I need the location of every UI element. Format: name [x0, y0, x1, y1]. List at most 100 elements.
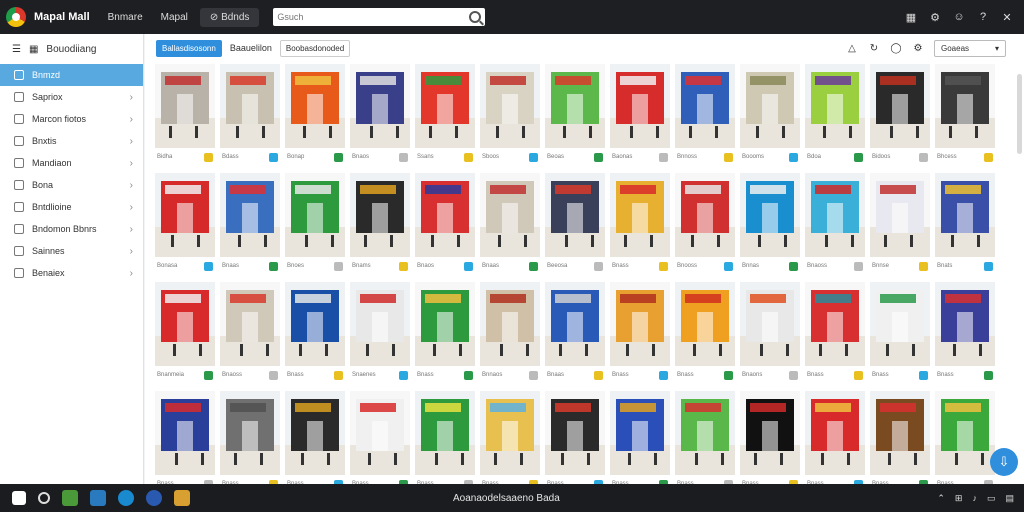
product-thumbnail[interactable]: [155, 173, 215, 257]
product-card[interactable]: Bnass: [220, 391, 280, 494]
product-thumbnail[interactable]: [870, 282, 930, 366]
product-card[interactable]: Beoas: [545, 64, 605, 167]
sidebar-item[interactable]: Marcon fiotos ›: [0, 108, 143, 130]
product-thumbnail[interactable]: [610, 64, 670, 148]
sidebar-item[interactable]: Bnxtis ›: [0, 130, 143, 152]
search-input[interactable]: [277, 12, 470, 22]
product-thumbnail[interactable]: [740, 173, 800, 257]
bell-icon[interactable]: △: [846, 42, 858, 54]
card-badge-icon[interactable]: [984, 261, 993, 271]
card-badge-icon[interactable]: [659, 370, 668, 380]
product-card[interactable]: Bnaas: [220, 173, 280, 276]
gear-icon[interactable]: ⚙: [912, 42, 924, 54]
user-icon[interactable]: ☺: [952, 10, 966, 24]
card-badge-icon[interactable]: [724, 370, 733, 380]
product-card[interactable]: Bnass: [350, 391, 410, 494]
search-icon[interactable]: [469, 11, 482, 23]
card-badge-icon[interactable]: [789, 152, 798, 162]
card-badge-icon[interactable]: [984, 152, 993, 162]
card-badge-icon[interactable]: [204, 370, 213, 380]
product-card[interactable]: Bnanmeia: [155, 282, 215, 385]
sidebar-item[interactable]: Mandiaon ›: [0, 152, 143, 174]
card-badge-icon[interactable]: [334, 152, 343, 162]
menu-item-1[interactable]: Bnmare: [108, 12, 143, 23]
product-thumbnail[interactable]: [675, 64, 735, 148]
product-thumbnail[interactable]: [155, 391, 215, 475]
product-card[interactable]: Bdass: [220, 64, 280, 167]
product-card[interactable]: Bnass: [935, 282, 995, 385]
product-card[interactable]: Bidha: [155, 64, 215, 167]
product-card[interactable]: Bidoos: [870, 64, 930, 167]
card-badge-icon[interactable]: [854, 261, 863, 271]
product-card[interactable]: Bnaas: [545, 282, 605, 385]
product-card[interactable]: Bonasa: [155, 173, 215, 276]
product-thumbnail[interactable]: [415, 282, 475, 366]
card-badge-icon[interactable]: [919, 370, 928, 380]
product-thumbnail[interactable]: [480, 391, 540, 475]
product-card[interactable]: Bnass: [610, 282, 670, 385]
product-thumbnail[interactable]: [415, 64, 475, 148]
sort-dropdown[interactable]: Goaeas ▾: [934, 39, 1006, 57]
product-thumbnail[interactable]: [740, 64, 800, 148]
card-badge-icon[interactable]: [854, 370, 863, 380]
product-card[interactable]: Bnass: [415, 282, 475, 385]
product-thumbnail[interactable]: [610, 282, 670, 366]
search-taskbar-icon[interactable]: [38, 492, 50, 504]
battery-icon[interactable]: ▭: [987, 493, 996, 504]
product-thumbnail[interactable]: [870, 173, 930, 257]
settings-icon[interactable]: ⚙: [928, 10, 942, 24]
grid-icon[interactable]: ▦: [904, 10, 918, 24]
product-card[interactable]: Bnnas: [740, 173, 800, 276]
product-thumbnail[interactable]: [415, 391, 475, 475]
product-card[interactable]: Bnass: [610, 173, 670, 276]
product-thumbnail[interactable]: [220, 391, 280, 475]
files-icon[interactable]: [62, 490, 78, 506]
product-thumbnail[interactable]: [545, 173, 605, 257]
product-thumbnail[interactable]: [675, 282, 735, 366]
product-card[interactable]: Boooms: [740, 64, 800, 167]
card-badge-icon[interactable]: [919, 152, 928, 162]
card-badge-icon[interactable]: [529, 261, 538, 271]
product-thumbnail[interactable]: [285, 391, 345, 475]
primary-button[interactable]: Ballasdisosonn: [156, 39, 222, 57]
card-badge-icon[interactable]: [334, 370, 343, 380]
product-card[interactable]: Bnass: [155, 391, 215, 494]
product-card[interactable]: Bnoes: [285, 173, 345, 276]
card-badge-icon[interactable]: [464, 370, 473, 380]
card-badge-icon[interactable]: [269, 152, 278, 162]
card-badge-icon[interactable]: [594, 152, 603, 162]
product-card[interactable]: Bnass: [545, 391, 605, 494]
product-card[interactable]: Bnass: [805, 391, 865, 494]
product-card[interactable]: Sboos: [480, 64, 540, 167]
product-thumbnail[interactable]: [480, 282, 540, 366]
scrollbar[interactable]: [1017, 74, 1022, 154]
sidebar-item[interactable]: Sapriox ›: [0, 86, 143, 108]
card-badge-icon[interactable]: [204, 261, 213, 271]
volume-icon[interactable]: ♪: [972, 493, 977, 504]
product-card[interactable]: Bnnse: [870, 173, 930, 276]
product-card[interactable]: Bnass: [870, 391, 930, 494]
product-card[interactable]: Bnass: [675, 282, 735, 385]
product-thumbnail[interactable]: [805, 64, 865, 148]
card-badge-icon[interactable]: [594, 370, 603, 380]
product-thumbnail[interactable]: [220, 64, 280, 148]
menu-item-2[interactable]: Mapal: [161, 12, 188, 23]
product-thumbnail[interactable]: [610, 391, 670, 475]
product-card[interactable]: Bnaoss: [805, 173, 865, 276]
notification-icon[interactable]: ▤: [1005, 493, 1014, 504]
product-thumbnail[interactable]: [935, 64, 995, 148]
card-badge-icon[interactable]: [594, 261, 603, 271]
sidebar-item[interactable]: Sainnes ›: [0, 240, 143, 262]
product-card[interactable]: Bnnaos: [480, 282, 540, 385]
browser-icon[interactable]: [118, 490, 134, 506]
product-card[interactable]: Bnats: [935, 173, 995, 276]
card-badge-icon[interactable]: [204, 152, 213, 162]
product-thumbnail[interactable]: [805, 173, 865, 257]
product-card[interactable]: Bnaas: [480, 173, 540, 276]
product-thumbnail[interactable]: [285, 282, 345, 366]
sidebar-item[interactable]: Bona ›: [0, 174, 143, 196]
product-card[interactable]: Bnams: [350, 173, 410, 276]
card-badge-icon[interactable]: [789, 261, 798, 271]
floating-action-button[interactable]: ⇩: [990, 448, 1018, 476]
product-thumbnail[interactable]: [935, 173, 995, 257]
